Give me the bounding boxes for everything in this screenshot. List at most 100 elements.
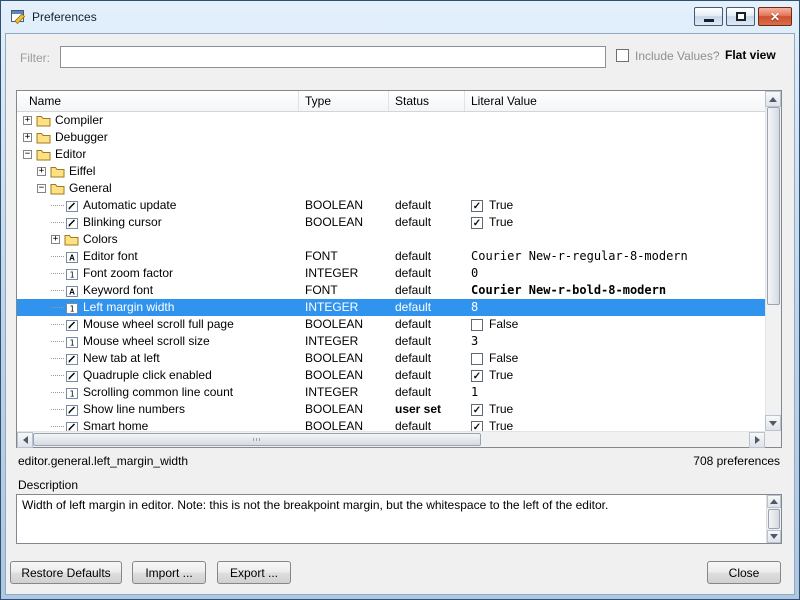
export-button[interactable]: Export ...: [217, 561, 291, 584]
pref-value: [465, 231, 765, 248]
tree-row[interactable]: 1Mouse wheel scroll sizeINTEGERdefault3: [17, 333, 765, 350]
filter-input[interactable]: [60, 46, 606, 68]
value-text: False: [489, 350, 518, 367]
value-checkbox[interactable]: ✓: [471, 421, 483, 432]
pref-type: FONT: [299, 248, 389, 265]
value-checkbox[interactable]: ✓: [471, 370, 483, 382]
tree-row[interactable]: 1Font zoom factorINTEGERdefault0: [17, 265, 765, 282]
tree-connector: [51, 205, 64, 206]
value-text: 0: [471, 265, 478, 282]
pref-type: [299, 180, 389, 197]
tree-row[interactable]: 1Left margin widthINTEGERdefault8: [17, 299, 765, 316]
value-checkbox[interactable]: ✓: [471, 404, 483, 416]
tree-row[interactable]: −Editor: [17, 146, 765, 163]
title-bar[interactable]: Preferences ✕: [1, 1, 799, 33]
tree-row[interactable]: Smart homeBOOLEANdefault✓True: [17, 418, 765, 431]
tree-rows: +Compiler+Debugger−Editor+Eiffel−General…: [17, 112, 765, 431]
svg-text:1: 1: [69, 389, 74, 398]
value-text: True: [489, 367, 513, 384]
pref-value: ✓ True: [465, 401, 765, 418]
tree-row[interactable]: −General: [17, 180, 765, 197]
expand-icon[interactable]: +: [51, 235, 60, 244]
tree-row[interactable]: New tab at leftBOOLEANdefaultFalse: [17, 350, 765, 367]
pref-value: 0: [465, 265, 765, 282]
collapse-icon[interactable]: −: [23, 150, 32, 159]
pref-name: Editor font: [83, 248, 138, 265]
scroll-right-button[interactable]: [749, 432, 765, 448]
bool-icon: [64, 216, 79, 229]
pref-value: [465, 163, 765, 180]
pref-value: Courier New-r-regular-8-modern: [465, 248, 765, 265]
pref-name: New tab at left: [83, 350, 160, 367]
description-scroll-up-button[interactable]: [767, 495, 781, 508]
svg-text:1: 1: [69, 270, 74, 279]
tree-row-name-cell: New tab at left: [17, 350, 299, 367]
tree-row[interactable]: +Compiler: [17, 112, 765, 129]
value-checkbox[interactable]: ✓: [471, 200, 483, 212]
tree-row[interactable]: Mouse wheel scroll full pageBOOLEANdefau…: [17, 316, 765, 333]
value-checkbox[interactable]: [471, 319, 483, 331]
scroll-left-button[interactable]: [17, 432, 33, 448]
pref-status: default: [389, 265, 465, 282]
value-checkbox[interactable]: [471, 353, 483, 365]
pref-type: INTEGER: [299, 299, 389, 316]
include-values-checkbox[interactable]: [616, 49, 629, 62]
description-scroll-down-button[interactable]: [767, 530, 781, 543]
tree-row[interactable]: AKeyword fontFONTdefaultCourier New-r-bo…: [17, 282, 765, 299]
maximize-icon: [736, 12, 746, 21]
tree-row[interactable]: Quadruple click enabledBOOLEANdefault✓Tr…: [17, 367, 765, 384]
pref-status: default: [389, 197, 465, 214]
tree-row[interactable]: AEditor fontFONTdefaultCourier New-r-reg…: [17, 248, 765, 265]
folder-icon: [36, 131, 51, 144]
tree-row[interactable]: Show line numbersBOOLEANuser set✓True: [17, 401, 765, 418]
pref-name: Mouse wheel scroll size: [83, 333, 210, 350]
maximize-button[interactable]: [726, 7, 755, 26]
tree-row[interactable]: +Eiffel: [17, 163, 765, 180]
pref-status: [389, 129, 465, 146]
expand-icon[interactable]: +: [23, 116, 32, 125]
close-button[interactable]: ✕: [758, 7, 792, 26]
pref-type: BOOLEAN: [299, 350, 389, 367]
tree-connector: [51, 392, 64, 393]
restore-defaults-button[interactable]: Restore Defaults: [10, 561, 122, 584]
pref-name: Smart home: [83, 418, 148, 431]
svg-text:1: 1: [69, 338, 74, 347]
tree-indent: [17, 375, 51, 376]
column-header-name[interactable]: Name: [17, 91, 299, 111]
tree-row[interactable]: 1Scrolling common line countINTEGERdefau…: [17, 384, 765, 401]
vertical-scrollbar: [765, 91, 781, 431]
column-header-type[interactable]: Type: [299, 91, 389, 111]
column-header-literal-value[interactable]: Literal Value: [465, 91, 765, 111]
bool-icon: [64, 369, 79, 382]
tree-row-name-cell: 1Font zoom factor: [17, 265, 299, 282]
flat-view-button[interactable]: Flat view: [725, 48, 776, 62]
collapse-icon[interactable]: −: [37, 184, 46, 193]
pref-type: BOOLEAN: [299, 401, 389, 418]
scroll-down-button[interactable]: [765, 415, 781, 431]
description-box[interactable]: Width of left margin in editor. Note: th…: [16, 494, 782, 544]
expand-icon[interactable]: +: [23, 133, 32, 142]
pref-type: BOOLEAN: [299, 367, 389, 384]
tree-row[interactable]: Blinking cursorBOOLEANdefault✓True: [17, 214, 765, 231]
int-icon: 1: [64, 335, 79, 348]
close-dialog-button[interactable]: Close: [707, 561, 781, 584]
scroll-up-button[interactable]: [765, 91, 781, 107]
minimize-button[interactable]: [694, 7, 723, 26]
column-header-status[interactable]: Status: [389, 91, 465, 111]
tree-connector: [51, 426, 64, 427]
horizontal-scrollbar-thumb[interactable]: [33, 433, 481, 446]
tree-row-name-cell: 1Scrolling common line count: [17, 384, 299, 401]
tree-row[interactable]: +Debugger: [17, 129, 765, 146]
expand-icon[interactable]: +: [37, 167, 46, 176]
tree-indent: [17, 409, 51, 410]
description-scrollbar-thumb[interactable]: [768, 509, 780, 529]
value-text: True: [489, 401, 513, 418]
preferences-tree: Name Type Status Literal Value +Compiler…: [16, 90, 782, 448]
value-text: True: [489, 197, 513, 214]
vertical-scrollbar-thumb[interactable]: [767, 107, 780, 305]
import-button[interactable]: Import ...: [132, 561, 206, 584]
value-checkbox[interactable]: ✓: [471, 217, 483, 229]
tree-row[interactable]: Automatic updateBOOLEANdefault✓True: [17, 197, 765, 214]
tree-row[interactable]: +Colors: [17, 231, 765, 248]
bool-icon: [64, 403, 79, 416]
